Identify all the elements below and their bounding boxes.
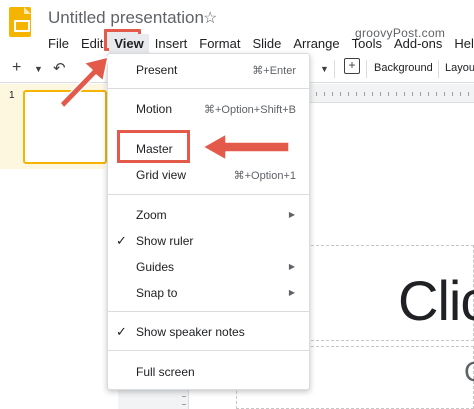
- menu-item-label: Full screen: [136, 365, 195, 379]
- submenu-arrow-icon: ▶: [288, 210, 295, 219]
- menu-item-show-speaker-notes[interactable]: ✓ Show speaker notes: [108, 321, 309, 343]
- menu-divider: [108, 88, 309, 89]
- menu-item-label: Show ruler: [136, 234, 194, 248]
- slide-thumbnail[interactable]: [23, 90, 107, 164]
- menu-slide[interactable]: Slide: [246, 36, 287, 51]
- shortcut-label: ⌘+Enter: [252, 65, 296, 77]
- horizontal-ruler[interactable]: [308, 86, 474, 96]
- menu-item-label: Zoom: [136, 208, 167, 222]
- checkmark-icon: ✓: [116, 233, 127, 248]
- submenu-arrow-icon: ▶: [288, 262, 295, 271]
- chevron-down-icon[interactable]: ▼: [320, 64, 329, 74]
- menu-item-label: Guides: [136, 260, 175, 274]
- menu-insert[interactable]: Insert: [149, 36, 194, 51]
- menu-file[interactable]: File: [42, 36, 75, 51]
- menu-item-show-ruler[interactable]: ✓ Show ruler: [108, 230, 309, 252]
- menu-format[interactable]: Format: [193, 36, 246, 51]
- undo-icon[interactable]: ↶: [53, 59, 66, 77]
- view-dropdown-menu: Present ⌘+Enter Motion ⌘+Option+Shift+B …: [107, 53, 310, 390]
- menu-help[interactable]: Help: [448, 36, 474, 51]
- menu-arrange[interactable]: Arrange: [287, 36, 345, 51]
- shortcut-label: ⌘+Option+1: [233, 170, 296, 182]
- menu-item-label: Show speaker notes: [136, 325, 245, 339]
- slides-logo[interactable]: [9, 7, 31, 37]
- menu-item-label: Motion: [136, 102, 173, 116]
- menu-item-label: Grid view: [136, 168, 187, 182]
- layout-button[interactable]: Layou: [445, 62, 474, 74]
- add-comment-icon[interactable]: +: [344, 58, 360, 74]
- shortcut-label: ⌘+Option+Shift+B: [203, 104, 296, 116]
- menu-item-label: Snap to: [136, 286, 178, 300]
- menu-add-ons[interactable]: Add-ons: [388, 36, 448, 51]
- menu-divider: [108, 194, 309, 195]
- menu-view[interactable]: View: [109, 33, 149, 53]
- slide-number: 1: [9, 90, 15, 101]
- chevron-down-icon[interactable]: ▼: [34, 64, 43, 74]
- toolbar-divider: [438, 60, 439, 78]
- menu-item-snap-to[interactable]: Snap to ▶: [108, 282, 309, 304]
- title-placeholder-text: Clic: [398, 269, 474, 332]
- background-button[interactable]: Background: [374, 62, 433, 74]
- menu-divider: [108, 350, 309, 351]
- menu-item-label: Present: [136, 63, 178, 77]
- menu-edit[interactable]: Edit: [75, 36, 109, 51]
- menu-item-zoom[interactable]: Zoom ▶: [108, 204, 309, 226]
- document-title[interactable]: Untitled presentation: [48, 8, 204, 28]
- menu-item-motion[interactable]: Motion ⌘+Option+Shift+B: [108, 98, 309, 120]
- menu-divider: [108, 311, 309, 312]
- menu-item-guides[interactable]: Guides ▶: [108, 256, 309, 278]
- checkmark-icon: ✓: [116, 324, 127, 339]
- paint-format-icon[interactable]: ▮: [97, 60, 104, 76]
- menu-item-grid-view[interactable]: Grid view ⌘+Option+1: [108, 164, 309, 186]
- master-highlight-box: [117, 130, 190, 163]
- star-icon[interactable]: ☆: [203, 8, 217, 28]
- menu-tools[interactable]: Tools: [346, 36, 388, 51]
- toolbar-divider: [334, 60, 335, 78]
- menu-item-full-screen[interactable]: Full screen: [108, 361, 309, 383]
- toolbar-divider: [366, 60, 367, 78]
- add-icon[interactable]: +: [12, 59, 21, 77]
- menubar: File Edit View Insert Format Slide Arran…: [42, 33, 474, 53]
- submenu-arrow-icon: ▶: [288, 288, 295, 297]
- subtitle-placeholder-text: C: [464, 356, 474, 388]
- menu-item-present[interactable]: Present ⌘+Enter: [108, 59, 309, 81]
